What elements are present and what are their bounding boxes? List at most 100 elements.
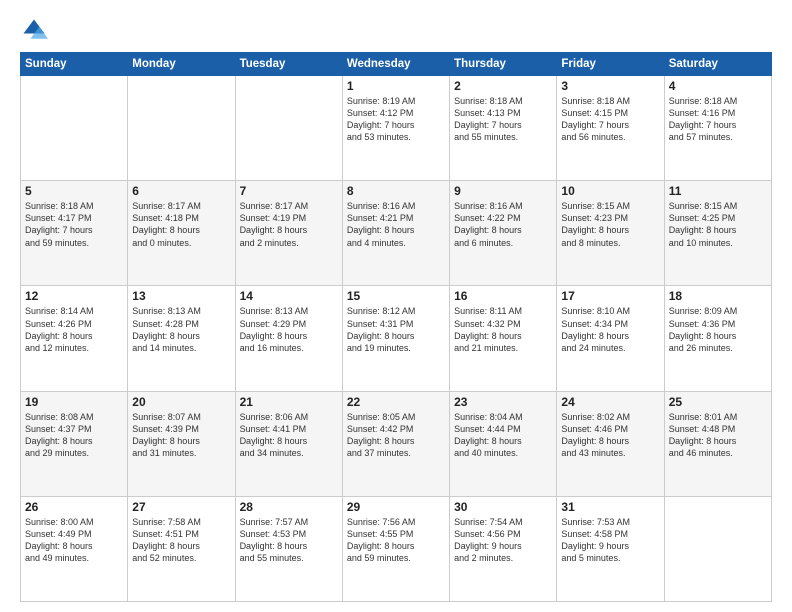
- header: [20, 16, 772, 44]
- day-info: Sunrise: 7:56 AMSunset: 4:55 PMDaylight:…: [347, 516, 445, 565]
- weekday-header-row: SundayMondayTuesdayWednesdayThursdayFrid…: [21, 53, 772, 76]
- day-number: 17: [561, 289, 659, 303]
- calendar-body: 1 Sunrise: 8:19 AMSunset: 4:12 PMDaylight…: [21, 76, 772, 602]
- day-number: 4: [669, 79, 767, 93]
- calendar-cell: 23Sunrise: 8:04 AMSunset: 4:44 PMDayligh…: [450, 391, 557, 496]
- calendar-cell: 4Sunrise: 8:18 AMSunset: 4:16 PMDaylight…: [664, 76, 771, 181]
- calendar-cell: 9 Sunrise: 8:16 AMSunset: 4:22 PMDaylight…: [450, 181, 557, 286]
- day-info: Sunrise: 8:14 AMSunset: 4:26 PMDaylight:…: [25, 305, 123, 354]
- calendar-cell: 7 Sunrise: 8:17 AMSunset: 4:19 PMDaylight…: [235, 181, 342, 286]
- day-info: Sunrise: 8:08 AMSunset: 4:37 PMDaylight:…: [25, 411, 123, 460]
- day-info: Sunrise: 8:09 AMSunset: 4:36 PMDaylight:…: [669, 305, 767, 354]
- day-number: 1: [347, 79, 445, 93]
- day-info: Sunrise: 7:53 AMSunset: 4:58 PMDaylight:…: [561, 516, 659, 565]
- calendar-week-5: 26 Sunrise: 8:00 AMSunset: 4:49 PMDayligh…: [21, 496, 772, 601]
- day-number: 19: [25, 395, 123, 409]
- calendar-cell: 13 Sunrise: 8:13 AMSunset: 4:28 PMDayligh…: [128, 286, 235, 391]
- day-info: Sunrise: 8:19 AMSunset: 4:12 PMDaylight:…: [347, 95, 445, 144]
- calendar-cell: 27 Sunrise: 7:58 AMSunset: 4:51 PMDayligh…: [128, 496, 235, 601]
- day-number: 26: [25, 500, 123, 514]
- day-info: Sunrise: 8:12 AMSunset: 4:31 PMDaylight:…: [347, 305, 445, 354]
- day-info: Sunrise: 8:15 AMSunset: 4:25 PMDaylight:…: [669, 200, 767, 249]
- calendar-cell: 17Sunrise: 8:10 AMSunset: 4:34 PMDayligh…: [557, 286, 664, 391]
- page: SundayMondayTuesdayWednesdayThursdayFrid…: [0, 0, 792, 612]
- day-info: Sunrise: 8:13 AMSunset: 4:28 PMDaylight:…: [132, 305, 230, 354]
- logo: [20, 16, 52, 44]
- calendar-header: SundayMondayTuesdayWednesdayThursdayFrid…: [21, 53, 772, 76]
- day-number: 22: [347, 395, 445, 409]
- day-info: Sunrise: 8:13 AMSunset: 4:29 PMDaylight:…: [240, 305, 338, 354]
- calendar-cell: 6 Sunrise: 8:17 AMSunset: 4:18 PMDaylight…: [128, 181, 235, 286]
- weekday-header-saturday: Saturday: [664, 53, 771, 76]
- day-info: Sunrise: 8:05 AMSunset: 4:42 PMDaylight:…: [347, 411, 445, 460]
- day-number: 9: [454, 184, 552, 198]
- calendar-cell: 18 Sunrise: 8:09 AMSunset: 4:36 PMDayligh…: [664, 286, 771, 391]
- weekday-header-monday: Monday: [128, 53, 235, 76]
- calendar-cell: 19 Sunrise: 8:08 AMSunset: 4:37 PMDayligh…: [21, 391, 128, 496]
- day-number: 7: [240, 184, 338, 198]
- calendar-cell: 28Sunrise: 7:57 AMSunset: 4:53 PMDayligh…: [235, 496, 342, 601]
- day-number: 11: [669, 184, 767, 198]
- day-number: 13: [132, 289, 230, 303]
- calendar-cell: 22 Sunrise: 8:05 AMSunset: 4:42 PMDayligh…: [342, 391, 449, 496]
- day-info: Sunrise: 8:17 AMSunset: 4:19 PMDaylight:…: [240, 200, 338, 249]
- calendar-cell: 26 Sunrise: 8:00 AMSunset: 4:49 PMDayligh…: [21, 496, 128, 601]
- calendar-week-1: 1 Sunrise: 8:19 AMSunset: 4:12 PMDaylight…: [21, 76, 772, 181]
- day-number: 30: [454, 500, 552, 514]
- day-number: 8: [347, 184, 445, 198]
- weekday-header-sunday: Sunday: [21, 53, 128, 76]
- day-info: Sunrise: 8:06 AMSunset: 4:41 PMDaylight:…: [240, 411, 338, 460]
- day-number: 15: [347, 289, 445, 303]
- day-info: Sunrise: 8:17 AMSunset: 4:18 PMDaylight:…: [132, 200, 230, 249]
- day-info: Sunrise: 8:02 AMSunset: 4:46 PMDaylight:…: [561, 411, 659, 460]
- calendar-cell: [128, 76, 235, 181]
- calendar-cell: 10 Sunrise: 8:15 AMSunset: 4:23 PMDayligh…: [557, 181, 664, 286]
- weekday-header-tuesday: Tuesday: [235, 53, 342, 76]
- calendar-week-4: 19 Sunrise: 8:08 AMSunset: 4:37 PMDayligh…: [21, 391, 772, 496]
- day-number: 10: [561, 184, 659, 198]
- calendar-week-3: 12 Sunrise: 8:14 AMSunset: 4:26 PMDayligh…: [21, 286, 772, 391]
- day-info: Sunrise: 8:18 AMSunset: 4:13 PMDaylight:…: [454, 95, 552, 144]
- day-number: 31: [561, 500, 659, 514]
- calendar-cell: 25 Sunrise: 8:01 AMSunset: 4:48 PMDayligh…: [664, 391, 771, 496]
- day-info: Sunrise: 8:00 AMSunset: 4:49 PMDaylight:…: [25, 516, 123, 565]
- calendar-cell: 24 Sunrise: 8:02 AMSunset: 4:46 PMDayligh…: [557, 391, 664, 496]
- calendar-cell: 14 Sunrise: 8:13 AMSunset: 4:29 PMDayligh…: [235, 286, 342, 391]
- calendar-cell: 1 Sunrise: 8:19 AMSunset: 4:12 PMDaylight…: [342, 76, 449, 181]
- day-number: 25: [669, 395, 767, 409]
- calendar-cell: 29Sunrise: 7:56 AMSunset: 4:55 PMDayligh…: [342, 496, 449, 601]
- day-number: 14: [240, 289, 338, 303]
- calendar-cell: [21, 76, 128, 181]
- day-number: 12: [25, 289, 123, 303]
- day-info: Sunrise: 7:58 AMSunset: 4:51 PMDaylight:…: [132, 516, 230, 565]
- calendar-cell: 11 Sunrise: 8:15 AMSunset: 4:25 PMDayligh…: [664, 181, 771, 286]
- calendar-cell: [235, 76, 342, 181]
- day-number: 16: [454, 289, 552, 303]
- calendar-cell: 20Sunrise: 8:07 AMSunset: 4:39 PMDayligh…: [128, 391, 235, 496]
- calendar-cell: 15 Sunrise: 8:12 AMSunset: 4:31 PMDayligh…: [342, 286, 449, 391]
- day-number: 27: [132, 500, 230, 514]
- day-number: 6: [132, 184, 230, 198]
- day-number: 2: [454, 79, 552, 93]
- day-info: Sunrise: 8:15 AMSunset: 4:23 PMDaylight:…: [561, 200, 659, 249]
- weekday-header-thursday: Thursday: [450, 53, 557, 76]
- calendar-cell: 21 Sunrise: 8:06 AMSunset: 4:41 PMDayligh…: [235, 391, 342, 496]
- day-number: 18: [669, 289, 767, 303]
- weekday-header-wednesday: Wednesday: [342, 53, 449, 76]
- day-number: 23: [454, 395, 552, 409]
- day-number: 3: [561, 79, 659, 93]
- calendar-cell: 12 Sunrise: 8:14 AMSunset: 4:26 PMDayligh…: [21, 286, 128, 391]
- day-info: Sunrise: 8:16 AMSunset: 4:22 PMDaylight:…: [454, 200, 552, 249]
- calendar-cell: 2 Sunrise: 8:18 AMSunset: 4:13 PMDaylight…: [450, 76, 557, 181]
- day-info: Sunrise: 8:01 AMSunset: 4:48 PMDaylight:…: [669, 411, 767, 460]
- weekday-header-friday: Friday: [557, 53, 664, 76]
- calendar-cell: 16Sunrise: 8:11 AMSunset: 4:32 PMDayligh…: [450, 286, 557, 391]
- day-info: Sunrise: 7:54 AMSunset: 4:56 PMDaylight:…: [454, 516, 552, 565]
- day-info: Sunrise: 8:16 AMSunset: 4:21 PMDaylight:…: [347, 200, 445, 249]
- day-number: 24: [561, 395, 659, 409]
- day-number: 21: [240, 395, 338, 409]
- calendar-cell: 3Sunrise: 8:18 AMSunset: 4:15 PMDaylight…: [557, 76, 664, 181]
- day-info: Sunrise: 8:07 AMSunset: 4:39 PMDaylight:…: [132, 411, 230, 460]
- calendar-cell: 5Sunrise: 8:18 AMSunset: 4:17 PMDaylight…: [21, 181, 128, 286]
- calendar: SundayMondayTuesdayWednesdayThursdayFrid…: [20, 52, 772, 602]
